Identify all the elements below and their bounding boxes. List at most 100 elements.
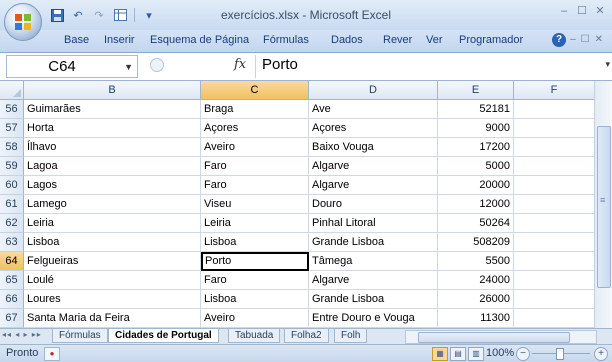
sheet-nav-buttons[interactable]: ◂◂ ◂ ▸ ▸▸ — [2, 330, 42, 339]
tab-ver[interactable]: Ver — [426, 34, 443, 46]
grid-cell[interactable]: Pinhal Litoral — [309, 214, 438, 233]
grid-cell[interactable]: Algarve — [309, 271, 438, 290]
grid-cell[interactable]: Faro — [201, 176, 309, 195]
column-header-b[interactable]: B — [24, 81, 201, 100]
tab-formulas[interactable]: Fórmulas — [263, 34, 309, 46]
grid-cell[interactable]: Lisboa — [201, 233, 309, 252]
horizontal-scrollbar[interactable] — [405, 330, 597, 344]
tab-inserir[interactable]: Inserir — [104, 34, 135, 46]
name-box[interactable]: C64 ▼ — [6, 55, 138, 78]
grid-cell[interactable]: Entre Douro e Vouga — [309, 309, 438, 328]
sheet-tab-cidades-de-portugal[interactable]: Cidades de Portugal — [108, 329, 219, 343]
formula-cancel-icon[interactable] — [150, 58, 164, 72]
grid-cell[interactable]: 508209 — [438, 233, 514, 252]
sheet-tab-folh[interactable]: Folh — [334, 329, 368, 343]
row-header[interactable]: 66 — [0, 290, 24, 309]
insert-function-icon[interactable]: fx — [234, 57, 246, 72]
grid-cell[interactable]: Tâmega — [309, 252, 438, 271]
grid-cell[interactable]: 11300 — [438, 309, 514, 328]
grid-cell[interactable]: Algarve — [309, 176, 438, 195]
grid-cell[interactable]: 26000 — [438, 290, 514, 309]
grid-cell[interactable]: Açores — [201, 119, 309, 138]
row-header[interactable]: 56 — [0, 100, 24, 119]
column-header-d[interactable]: D — [309, 81, 438, 100]
grid-cell[interactable]: 50264 — [438, 214, 514, 233]
grid-cell[interactable]: Lisboa — [24, 233, 201, 252]
grid-cell[interactable]: 9000 — [438, 119, 514, 138]
vertical-scroll-thumb[interactable] — [597, 126, 611, 288]
office-button[interactable] — [4, 3, 42, 41]
grid-cell[interactable]: Leiria — [201, 214, 309, 233]
row-header[interactable]: 63 — [0, 233, 24, 252]
row-header[interactable]: 60 — [0, 176, 24, 195]
zoom-out-icon[interactable]: − — [516, 347, 530, 361]
column-header-c[interactable]: C — [201, 81, 309, 100]
page-layout-view-icon[interactable]: ▤ — [450, 347, 466, 361]
grid-cell[interactable]: Lagoa — [24, 157, 201, 176]
grid-cell[interactable]: Guimarães — [24, 100, 201, 119]
minimize-icon[interactable]: – — [556, 4, 572, 18]
page-break-view-icon[interactable]: ▥ — [468, 347, 484, 361]
grid-cell[interactable]: Aveiro — [201, 138, 309, 157]
grid-cell[interactable]: 52181 — [438, 100, 514, 119]
grid-cell[interactable]: 17200 — [438, 138, 514, 157]
help-icon[interactable]: ? — [552, 33, 566, 47]
grid-cell[interactable]: Açores — [309, 119, 438, 138]
expand-formula-bar-icon[interactable]: ▾ — [605, 59, 610, 70]
zoom-in-icon[interactable]: + — [594, 347, 608, 361]
vertical-scrollbar[interactable] — [594, 81, 612, 328]
grid-cell[interactable] — [514, 290, 595, 309]
active-cell[interactable]: Porto — [201, 252, 309, 271]
close-icon[interactable]: ✕ — [592, 4, 608, 18]
grid-cell[interactable] — [514, 252, 595, 271]
chevron-down-icon[interactable]: ▼ — [124, 62, 133, 72]
grid-cell[interactable] — [514, 309, 595, 328]
tab-rever[interactable]: Rever — [383, 34, 412, 46]
grid-cell[interactable] — [514, 195, 595, 214]
row-header[interactable]: 59 — [0, 157, 24, 176]
sheet-tab-tabuada[interactable]: Tabuada — [228, 329, 281, 343]
grid-cell[interactable]: Felgueiras — [24, 252, 201, 271]
sheet-tab-folha2[interactable]: Folha2 — [284, 329, 329, 343]
record-macro-icon[interactable]: ● — [44, 347, 60, 361]
grid-cell[interactable]: Faro — [201, 157, 309, 176]
sheet-tab-formulas[interactable]: Fórmulas — [52, 329, 108, 343]
workbook-controls[interactable]: –☐✕ — [570, 34, 608, 45]
grid-cell[interactable]: Lagos — [24, 176, 201, 195]
grid-cell[interactable]: Faro — [201, 271, 309, 290]
grid-cell[interactable]: 24000 — [438, 271, 514, 290]
maximize-icon[interactable]: ☐ — [574, 4, 590, 18]
row-header[interactable]: 67 — [0, 309, 24, 328]
column-header-f[interactable]: F — [514, 81, 595, 100]
grid-cell[interactable]: Lisboa — [201, 290, 309, 309]
grid-cell[interactable]: 5500 — [438, 252, 514, 271]
tab-dados[interactable]: Dados — [331, 34, 363, 46]
row-header[interactable]: 64 — [0, 252, 24, 271]
grid-cell[interactable]: 5000 — [438, 157, 514, 176]
select-all-button[interactable] — [0, 81, 24, 100]
grid-cell[interactable]: Lamego — [24, 195, 201, 214]
grid-cell[interactable] — [514, 233, 595, 252]
normal-view-icon[interactable]: ▦ — [432, 347, 448, 361]
grid-cell[interactable]: Horta — [24, 119, 201, 138]
grid-cell[interactable]: 20000 — [438, 176, 514, 195]
row-header[interactable]: 65 — [0, 271, 24, 290]
grid-cell[interactable]: Loures — [24, 290, 201, 309]
grid-cell[interactable]: Ílhavo — [24, 138, 201, 157]
grid-cell[interactable]: 12000 — [438, 195, 514, 214]
grid-cell[interactable]: Santa Maria da Feira — [24, 309, 201, 328]
zoom-slider-thumb[interactable] — [556, 348, 564, 360]
grid-cell[interactable] — [514, 271, 595, 290]
grid-cell[interactable] — [514, 214, 595, 233]
tab-programador[interactable]: Programador — [459, 34, 523, 46]
grid-cell[interactable]: Braga — [201, 100, 309, 119]
row-header[interactable]: 57 — [0, 119, 24, 138]
grid-cell[interactable] — [514, 176, 595, 195]
column-header-e[interactable]: E — [438, 81, 514, 100]
grid-cell[interactable]: Viseu — [201, 195, 309, 214]
tab-base[interactable]: Base — [64, 34, 89, 46]
grid-cell[interactable]: Grande Lisboa — [309, 290, 438, 309]
row-header[interactable]: 58 — [0, 138, 24, 157]
tab-esquema-de-pagina[interactable]: Esquema de Página — [150, 34, 249, 46]
grid-cell[interactable] — [514, 157, 595, 176]
